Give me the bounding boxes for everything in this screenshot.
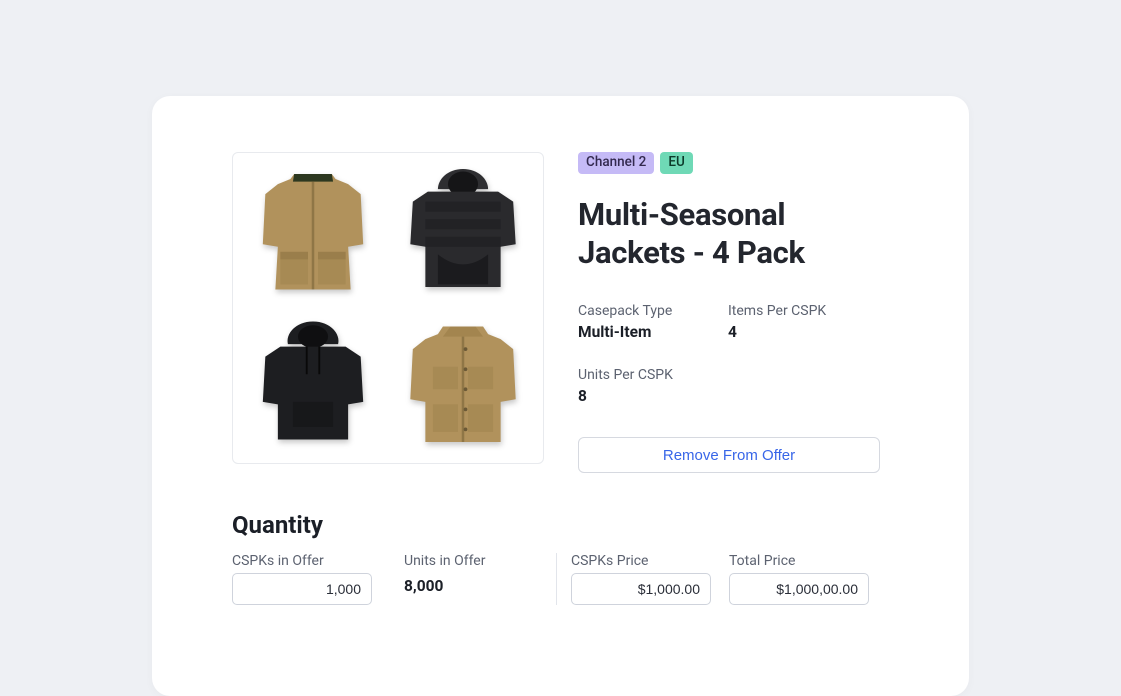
quantity-heading: Quantity: [232, 511, 889, 539]
meta-units-per-cspk: Units Per CSPK 8: [578, 367, 728, 405]
quantity-left: CSPKs in Offer Units in Offer 8,000: [232, 553, 556, 605]
meta-label: Units Per CSPK: [578, 367, 728, 383]
meta-casepack-type: Casepack Type Multi-Item: [578, 303, 728, 341]
product-image-4: [393, 313, 533, 453]
total-price-field: Total Price: [729, 553, 869, 605]
product-details: Channel 2 EU Multi-Seasonal Jackets - 4 …: [578, 152, 889, 473]
product-image-grid: [232, 152, 544, 464]
meta-label: Items Per CSPK: [728, 303, 878, 319]
cspks-in-offer-field: CSPKs in Offer: [232, 553, 372, 605]
top-row: Channel 2 EU Multi-Seasonal Jackets - 4 …: [232, 152, 889, 473]
field-label: Units in Offer: [404, 553, 485, 569]
region-tag: EU: [660, 152, 692, 174]
field-label: CSPKs in Offer: [232, 553, 372, 569]
meta-value: Multi-Item: [578, 323, 728, 341]
product-image-3: [243, 313, 383, 453]
meta-items-per-cspk: Items Per CSPK 4: [728, 303, 878, 341]
product-offer-card: Channel 2 EU Multi-Seasonal Jackets - 4 …: [152, 96, 969, 696]
field-label: Total Price: [729, 553, 869, 569]
channel-tag: Channel 2: [578, 152, 654, 174]
product-title: Multi-Seasonal Jackets - 4 Pack: [578, 196, 889, 274]
remove-from-offer-button[interactable]: Remove From Offer: [578, 437, 880, 473]
quantity-right: CSPKs Price Total Price: [571, 553, 869, 605]
product-image-2: [393, 163, 533, 303]
total-price-input[interactable]: [729, 573, 869, 605]
field-label: CSPKs Price: [571, 553, 711, 569]
cspks-price-field: CSPKs Price: [571, 553, 711, 605]
quantity-row: CSPKs in Offer Units in Offer 8,000 CSPK…: [232, 553, 889, 605]
meta-value: 8: [578, 387, 728, 405]
cspks-in-offer-input[interactable]: [232, 573, 372, 605]
meta-label: Casepack Type: [578, 303, 728, 319]
meta-grid: Casepack Type Multi-Item Items Per CSPK …: [578, 303, 889, 405]
vertical-divider: [556, 553, 557, 605]
meta-value: 4: [728, 323, 878, 341]
units-in-offer-value: 8,000: [404, 573, 485, 595]
units-in-offer-field: Units in Offer 8,000: [404, 553, 485, 605]
product-image-1: [243, 163, 383, 303]
tag-row: Channel 2 EU: [578, 152, 889, 174]
cspks-price-input[interactable]: [571, 573, 711, 605]
